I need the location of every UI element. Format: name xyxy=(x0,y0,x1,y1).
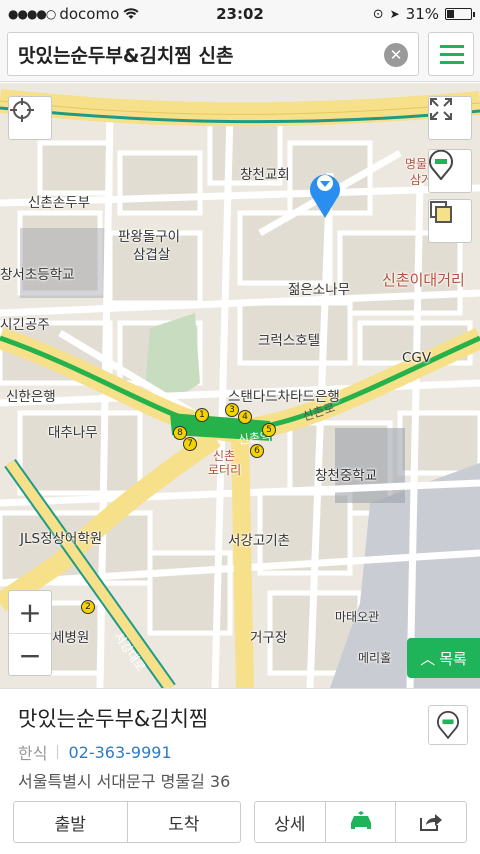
wifi-icon xyxy=(123,8,139,19)
place-info-panel: 맛있는순두부&김치찜 한식 02-363-9991 서울특별시 서대문구 명물길… xyxy=(0,688,480,854)
battery-percent: 31% xyxy=(405,5,439,23)
place-category: 한식 xyxy=(18,744,48,763)
layers-icon xyxy=(430,201,452,223)
action-button-group: 상세 xyxy=(254,801,467,843)
hamburger-line xyxy=(440,61,464,64)
carrier-name: docomo xyxy=(59,5,120,23)
subway-exit-marker[interactable]: 3 xyxy=(225,403,239,417)
hamburger-line xyxy=(440,53,464,56)
map-label[interactable]: 신한은행 xyxy=(6,385,56,405)
subway-exit-marker[interactable]: 1 xyxy=(195,408,209,422)
battery-icon xyxy=(445,8,475,20)
map-label: 로터리 xyxy=(208,463,242,477)
depart-button[interactable]: 출발 xyxy=(14,802,127,842)
map-label[interactable]: 명물 xyxy=(405,155,427,172)
hamburger-menu-icon xyxy=(440,45,464,48)
place-meta: 한식 02-363-9991 xyxy=(18,740,172,764)
map-label[interactable]: 마태오관 xyxy=(335,608,379,625)
map-label[interactable]: 창천교회 xyxy=(240,163,290,183)
expand-icon xyxy=(430,98,452,120)
search-input[interactable]: 맛있는순두부&김치찜 신촌 ✕ xyxy=(7,32,419,76)
divider xyxy=(57,745,59,759)
map-label[interactable]: 대추나무 xyxy=(48,421,98,441)
subway-exit-marker[interactable]: 4 xyxy=(238,410,252,424)
map-label[interactable]: 메리홀 xyxy=(358,649,391,666)
map-label[interactable]: CGV xyxy=(402,350,431,366)
details-button[interactable]: 상세 xyxy=(255,802,325,842)
map-layers-button[interactable] xyxy=(428,199,472,243)
arrive-button[interactable]: 도착 xyxy=(126,802,241,842)
list-button[interactable]: ︿ 목록 xyxy=(407,638,480,678)
map-label[interactable]: 판왕돌구이 xyxy=(118,225,180,245)
place-name: 맛있는순두부&김치찜 xyxy=(18,707,209,731)
subway-exit-marker[interactable]: 8 xyxy=(173,426,187,440)
share-icon xyxy=(420,814,443,831)
search-query: 맛있는순두부&김치찜 신촌 xyxy=(18,44,234,67)
map-label[interactable]: JLS정상어학원 xyxy=(20,527,102,547)
map-label[interactable]: 삼겹살 xyxy=(133,243,170,263)
zoom-in-button[interactable]: + xyxy=(9,591,51,634)
subway-exit-marker[interactable]: 2 xyxy=(81,600,95,614)
crosshair-icon xyxy=(10,98,34,122)
car-icon xyxy=(350,811,371,829)
fullscreen-button[interactable] xyxy=(428,96,472,140)
route-button-group: 출발 도착 xyxy=(13,801,241,843)
map-label[interactable]: 서강고기촌 xyxy=(228,529,290,549)
menu-button[interactable] xyxy=(428,32,474,76)
map-label[interactable]: 크럭스호텔 xyxy=(258,329,320,349)
map-label[interactable]: 창천중학교 xyxy=(315,464,377,484)
map-label[interactable]: 세병원 xyxy=(52,626,89,646)
phone-link[interactable]: 02-363-9991 xyxy=(68,743,171,762)
map-marker-icon xyxy=(437,711,459,739)
zoom-control: + − xyxy=(8,590,52,676)
clear-icon[interactable]: ✕ xyxy=(384,43,408,67)
list-button-label: 목록 xyxy=(439,649,467,668)
place-marker-button[interactable] xyxy=(428,149,472,193)
subway-exit-marker[interactable]: 6 xyxy=(250,444,264,458)
map-marker-icon xyxy=(429,150,453,180)
map-label[interactable]: 신촌이대거리 xyxy=(382,269,465,290)
lock-rotation-icon: ⊙ xyxy=(372,6,384,22)
zoom-out-button[interactable]: − xyxy=(9,634,51,677)
map-label[interactable]: 시긴공주 xyxy=(0,313,50,333)
status-bar: ●●●●○ docomo 23:02 ⊙ ➤ 31% xyxy=(0,0,480,28)
current-location-button[interactable] xyxy=(8,96,52,140)
car-navigation-button[interactable] xyxy=(324,802,396,842)
show-on-map-button[interactable] xyxy=(428,705,468,745)
map-label[interactable]: 거구장 xyxy=(250,626,287,646)
map-view[interactable]: 창천교회 명물 삼거 신촌손두부 판왕돌구이 삼겹살 창서초등학교 젊은소나무 … xyxy=(0,83,480,688)
map-label[interactable]: 창서초등학교 xyxy=(0,263,75,283)
subway-exit-marker[interactable]: 7 xyxy=(183,437,197,451)
map-label[interactable]: 신촌손두부 xyxy=(28,191,90,211)
chevron-up-icon: ︿ xyxy=(420,649,436,668)
share-button[interactable] xyxy=(395,802,466,842)
location-arrow-icon: ➤ xyxy=(389,7,400,21)
search-bar: 맛있는순두부&김치찜 신촌 ✕ xyxy=(0,28,480,82)
signal-icon: ●●●●○ xyxy=(8,7,56,21)
map-label[interactable]: 젊은소나무 xyxy=(288,278,350,298)
subway-exit-marker[interactable]: 5 xyxy=(262,423,276,437)
place-address: 서울특별시 서대문구 명물길 36 xyxy=(18,772,231,791)
